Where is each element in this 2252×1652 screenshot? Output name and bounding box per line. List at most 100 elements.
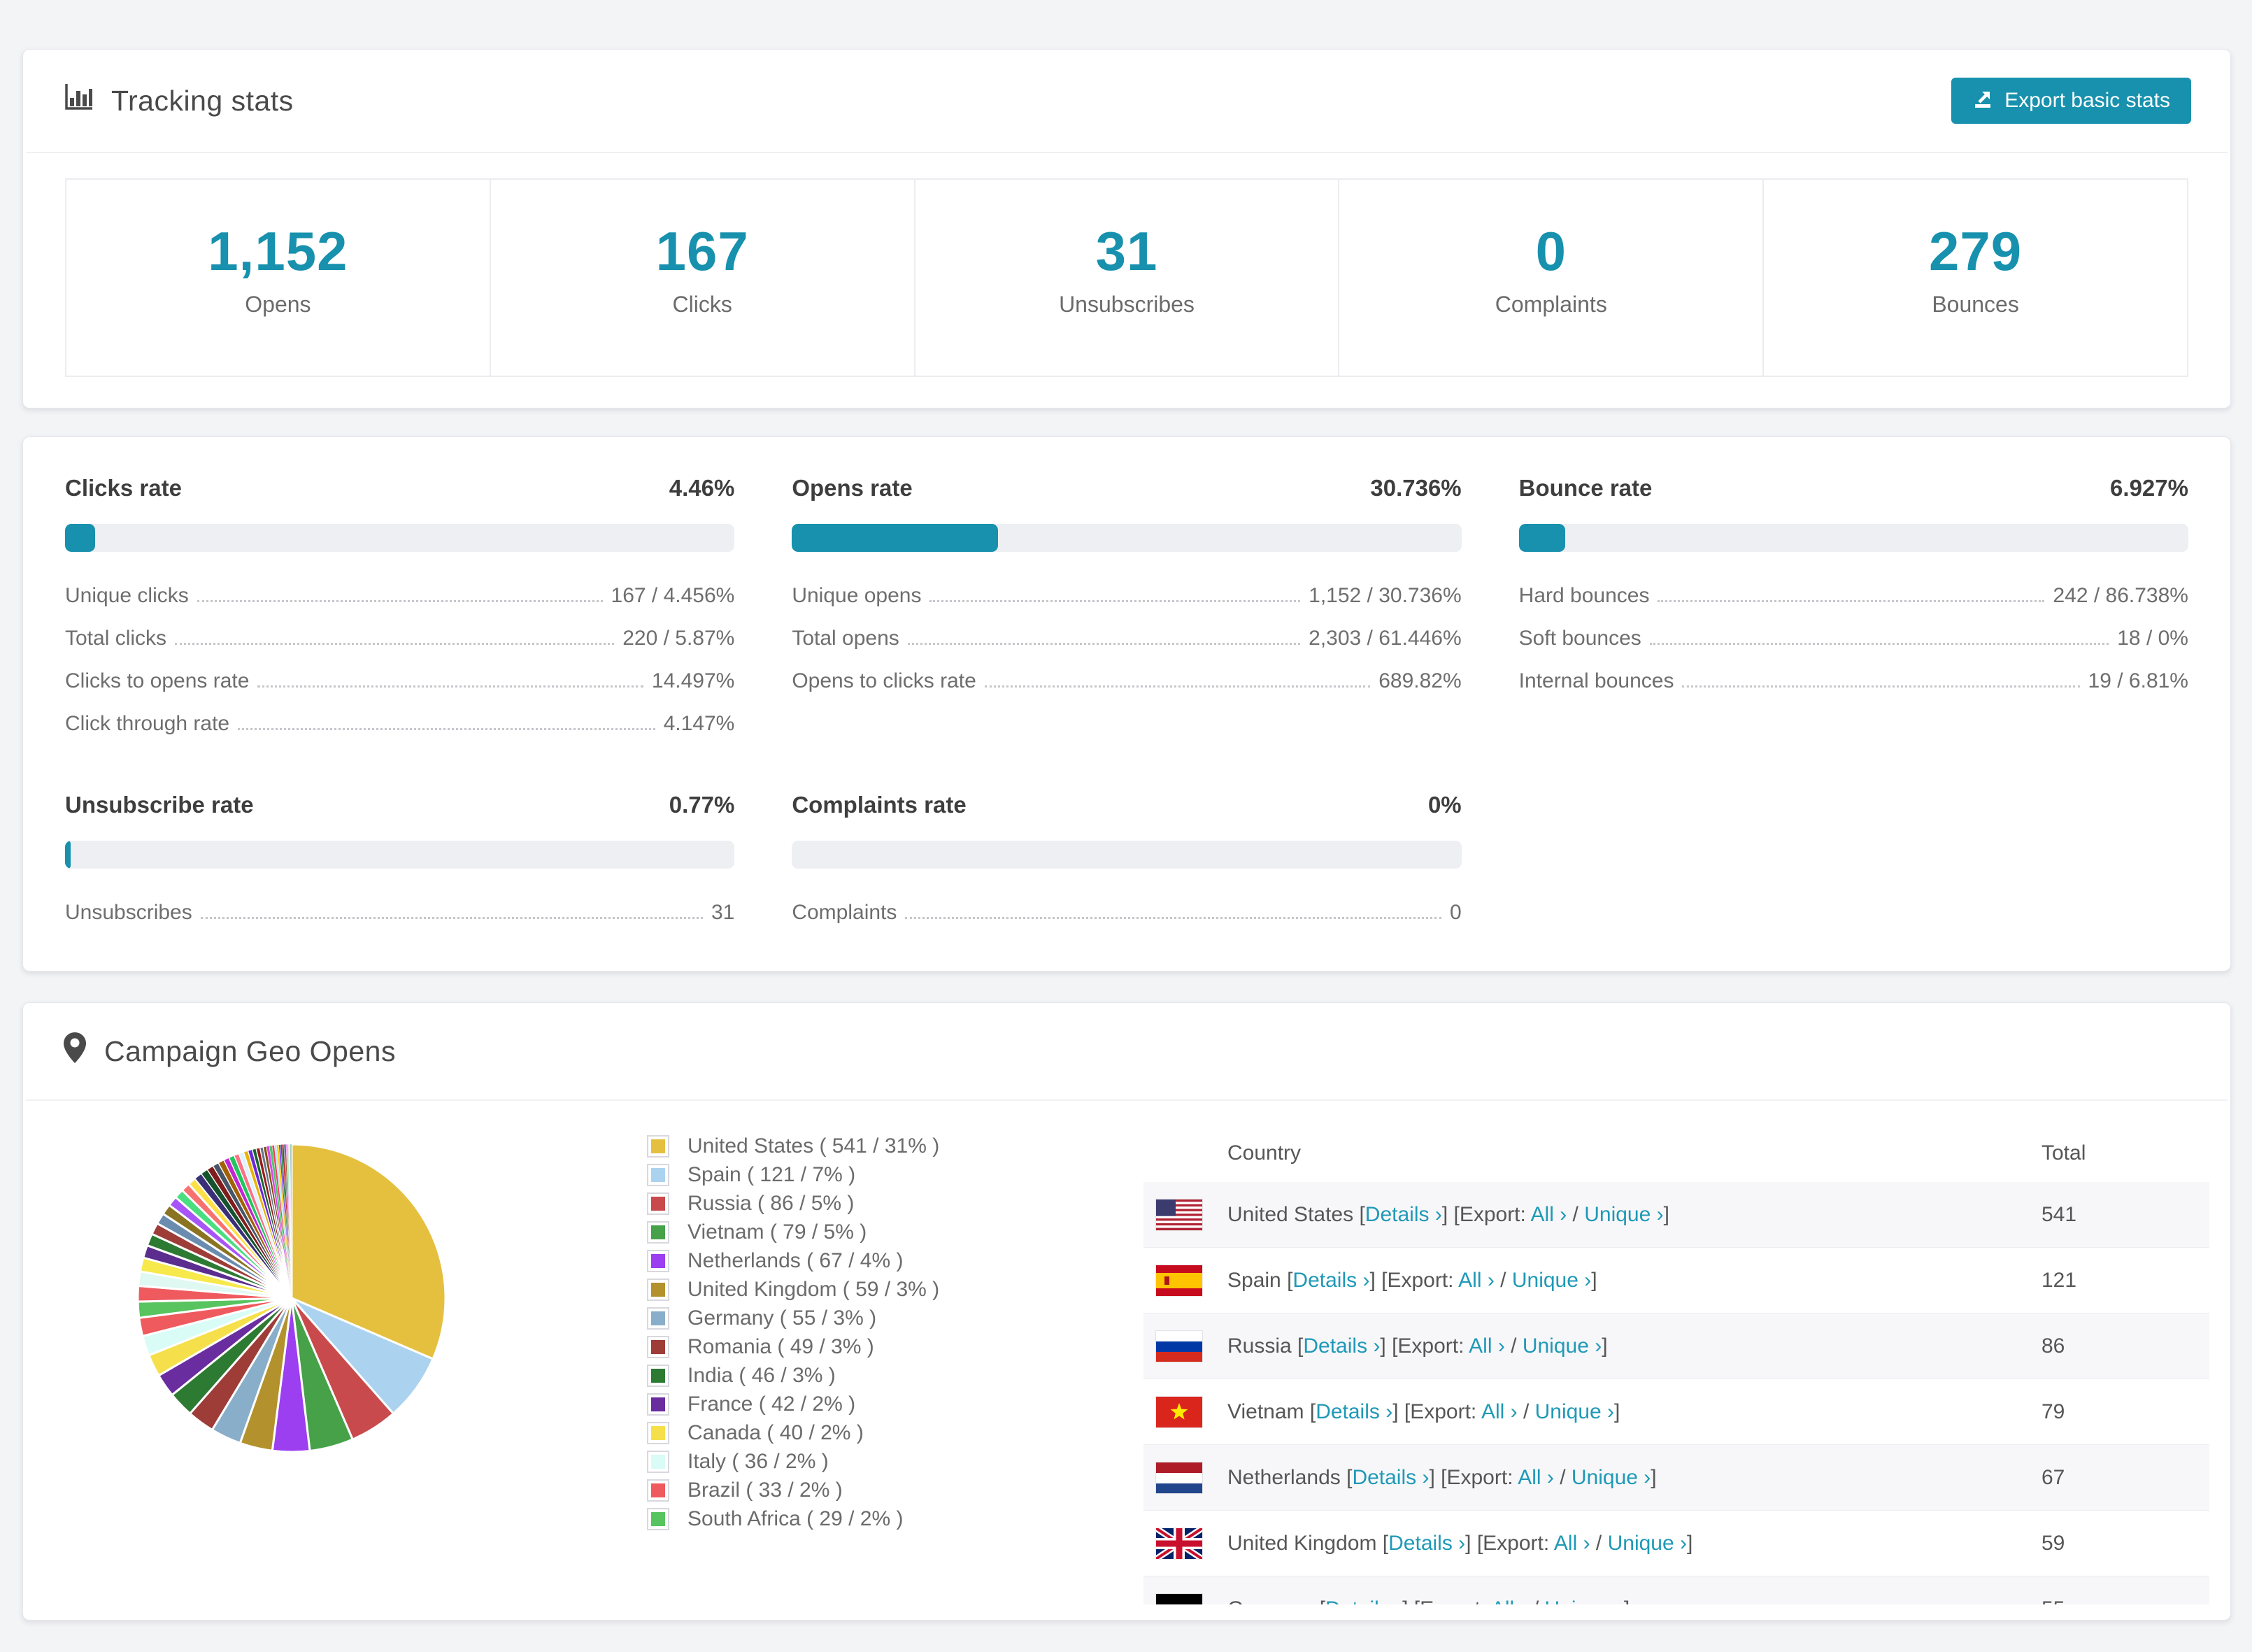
details-link[interactable]: Details › [1365,1203,1442,1226]
export-all-link[interactable]: All › [1458,1269,1495,1292]
legend-item: Russia ( 86 / 5% ) [647,1189,1012,1218]
stat-box-clicks: 167 Clicks [489,180,914,376]
rate-row-label: Hard bounces [1518,584,1650,607]
legend-item: United Kingdom ( 59 / 3% ) [647,1275,1012,1304]
legend-swatch [647,1421,669,1444]
export-all-link[interactable]: All › [1469,1334,1505,1358]
rate-row: Unique opens 1,152 / 30.736% [792,584,1461,608]
export-unique-link[interactable]: Unique › [1512,1269,1591,1292]
legend-label: United Kingdom ( 59 / 3% ) [687,1277,940,1301]
geo-legend: United States ( 541 / 31% ) Spain ( 121 /… [647,1125,1012,1604]
geo-opens-card: Campaign Geo Opens United States ( 541 /… [22,1002,2231,1621]
rate-row-label: Total opens [792,627,899,650]
legend-swatch [647,1192,669,1215]
export-unique-link[interactable]: Unique › [1545,1597,1624,1605]
geo-table-head: Country Total [1143,1125,2209,1182]
legend-label: Italy ( 36 / 2% ) [687,1449,829,1473]
tracking-stats-title: Tracking stats [62,81,294,120]
geo-pie-chart [87,1125,515,1604]
rate-progress-bar [792,841,1462,869]
details-link[interactable]: Details › [1388,1532,1465,1555]
geo-opens-title: Campaign Geo Opens [62,1031,396,1071]
rate-row-value: 0 [1449,901,1462,924]
geo-body: United States ( 541 / 31% ) Spain ( 121 /… [23,1101,2230,1604]
dotted-leader [175,643,615,645]
legend-swatch [647,1278,669,1301]
tracking-stats-card: Tracking stats Export basic stats 1,152 O… [22,49,2231,408]
details-link[interactable]: Details › [1325,1597,1402,1605]
legend-item: Romania ( 49 / 3% ) [647,1332,1012,1361]
stat-label: Unsubscribes [1059,292,1195,317]
geo-table-row: Vietnam [Details ›] [Export: All › / Uni… [1143,1379,2209,1445]
flag-gb-icon [1154,1525,1204,1562]
rate-progress-bar [1518,524,2188,552]
rate-row-value: 18 / 0% [2117,627,2188,650]
geo-opens-title-text: Campaign Geo Opens [104,1034,396,1067]
details-link[interactable]: Details › [1303,1334,1380,1358]
legend-item: South Africa ( 29 / 2% ) [647,1504,1012,1533]
export-unique-link[interactable]: Unique › [1523,1334,1602,1358]
export-unique-link[interactable]: Unique › [1584,1203,1663,1226]
dotted-leader [907,643,1301,645]
export-basic-stats-button[interactable]: Export basic stats [1951,78,2191,124]
rate-row: Unique clicks 167 / 4.456% [65,584,734,608]
details-link[interactable]: Details › [1316,1400,1392,1423]
rate-row: Unsubscribes 31 [65,901,734,925]
export-all-link[interactable]: All › [1481,1400,1518,1423]
rate-block-opens-rate: Opens rate 30.736% Unique opens 1,152 / 30.… [792,475,1462,736]
rate-row: Hard bounces 242 / 86.738% [1519,584,2188,608]
legend-label: Brazil ( 33 / 2% ) [687,1478,843,1502]
legend-label: Spain ( 121 / 7% ) [687,1162,856,1186]
rate-title: Unsubscribe rate [65,792,254,818]
rate-row: Complaints 0 [792,901,1461,925]
legend-label: Canada ( 40 / 2% ) [687,1420,864,1444]
export-unique-link[interactable]: Unique › [1572,1466,1651,1489]
total-cell: 541 [2041,1202,2077,1226]
rate-row: Clicks to opens rate 14.497% [65,669,734,693]
export-all-link[interactable]: All › [1491,1597,1527,1605]
rate-row-label: Click through rate [65,712,230,735]
rate-rows: Unique opens 1,152 / 30.736% Total opens 2,… [792,584,1461,693]
dotted-leader [984,685,1371,688]
geo-table-row: Russia [Details ›] [Export: All › / Uniq… [1143,1313,2209,1379]
export-all-link[interactable]: All › [1554,1532,1590,1555]
details-link[interactable]: Details › [1292,1269,1369,1292]
geo-table-row: United Kingdom [Details ›] [Export: All … [1143,1511,2209,1576]
legend-item: France ( 42 / 2% ) [647,1390,1012,1418]
rate-row-value: 167 / 4.456% [611,584,735,607]
flag-vn-icon [1156,1396,1202,1427]
legend-item: Italy ( 36 / 2% ) [647,1447,1012,1476]
rate-row-label: Unique opens [792,584,922,607]
rate-row-label: Soft bounces [1518,627,1641,650]
legend-swatch [647,1306,669,1330]
details-link[interactable]: Details › [1352,1466,1429,1489]
legend-item: Brazil ( 33 / 2% ) [647,1476,1012,1504]
legend-item: Spain ( 121 / 7% ) [647,1160,1012,1189]
stat-value: 167 [655,220,749,282]
geo-opens-header: Campaign Geo Opens [23,1003,2230,1099]
country-cell: Germany [Details ›] [Export: All › / Uni… [1227,1597,1630,1605]
rates-card: Clicks rate 4.46% Unique clicks 167 / 4.456… [22,436,2231,971]
stat-value: 31 [1095,220,1158,282]
legend-swatch [647,1479,669,1502]
legend-swatch [647,1249,669,1272]
legend-swatch [647,1450,669,1473]
geo-table-row: Netherlands [Details ›] [Export: All › /… [1143,1445,2209,1511]
export-unique-link[interactable]: Unique › [1608,1532,1687,1555]
legend-swatch [647,1364,669,1387]
legend-swatch [647,1393,669,1416]
flag-us-icon [1156,1199,1202,1230]
legend-label: Russia ( 86 / 5% ) [687,1191,855,1215]
total-cell: 86 [2041,1334,2065,1358]
rate-value: 4.46% [669,475,735,501]
export-all-link[interactable]: All › [1518,1466,1554,1489]
legend-item: Vietnam ( 79 / 5% ) [647,1218,1012,1246]
rate-row-value: 31 [711,901,735,924]
rate-row: Total opens 2,303 / 61.446% [792,627,1461,650]
country-cell: Spain [Details ›] [Export: All › / Uniqu… [1227,1268,1597,1292]
dotted-leader [200,917,703,919]
export-unique-link[interactable]: Unique › [1535,1400,1614,1423]
dotted-leader [1649,643,2109,645]
geo-table-row: Germany [Details ›] [Export: All › / Uni… [1143,1576,2209,1604]
export-all-link[interactable]: All › [1531,1203,1567,1226]
